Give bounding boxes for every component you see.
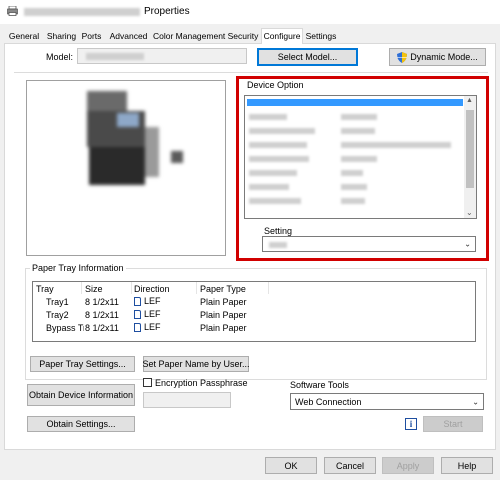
info-icon[interactable]: i xyxy=(405,418,417,430)
software-tools-selected: Web Connection xyxy=(295,396,362,407)
col-header-tray: Tray xyxy=(36,284,54,294)
chevron-down-icon: ⌄ xyxy=(464,239,471,249)
obtain-settings-button[interactable]: Obtain Settings... xyxy=(27,416,135,432)
col-header-size: Size xyxy=(85,284,103,294)
model-label: Model: xyxy=(46,52,74,62)
col-header-direction: Direction xyxy=(134,284,170,294)
encryption-label: Encryption Passphrase xyxy=(155,378,248,388)
tab-general[interactable]: General xyxy=(7,30,41,43)
apply-button[interactable]: Apply xyxy=(382,457,434,474)
tab-settings[interactable]: Settings xyxy=(304,30,338,43)
tab-color-management[interactable]: Color Management xyxy=(153,30,225,43)
help-button[interactable]: Help xyxy=(441,457,493,474)
setting-dropdown[interactable]: ⌄ xyxy=(262,236,476,252)
table-row: Bypass Tra 8 1/2x11 LEF Plain Paper xyxy=(46,322,247,333)
setting-value-redacted xyxy=(269,242,287,248)
tab-security[interactable]: Security xyxy=(226,30,260,43)
col-header-paper-type: Paper Type xyxy=(200,284,246,294)
cancel-button[interactable]: Cancel xyxy=(324,457,376,474)
tab-configure[interactable]: Configure xyxy=(261,28,303,44)
scroll-up-arrow-icon[interactable]: ▲ xyxy=(466,97,473,104)
paper-orientation-icon xyxy=(134,310,141,320)
table-row: Tray2 8 1/2x11 LEF Plain Paper xyxy=(46,309,247,320)
paper-orientation-icon xyxy=(134,323,141,333)
start-button[interactable]: Start xyxy=(423,416,483,432)
shield-icon xyxy=(397,51,408,63)
encryption-passphrase-field[interactable] xyxy=(143,392,231,408)
scroll-thumb[interactable] xyxy=(466,110,474,188)
paper-tray-table: Tray Size Direction Paper Type Tray1 8 1… xyxy=(32,281,476,342)
chevron-down-icon: ⌄ xyxy=(472,397,479,406)
model-field xyxy=(77,48,247,64)
table-row: Tray1 8 1/2x11 LEF Plain Paper xyxy=(46,296,247,307)
select-model-button[interactable]: Select Model... xyxy=(257,48,358,66)
window-title: Properties xyxy=(144,6,190,17)
scroll-down-chevron-icon[interactable]: ⌄ xyxy=(466,208,473,217)
paper-tray-settings-button[interactable]: Paper Tray Settings... xyxy=(30,356,135,372)
dynamic-mode-label: Dynamic Mode... xyxy=(410,52,478,62)
encryption-checkbox[interactable] xyxy=(143,378,152,387)
obtain-device-information-button[interactable]: Obtain Device Information xyxy=(27,384,135,406)
tab-ports[interactable]: Ports xyxy=(80,30,103,43)
set-paper-name-button[interactable]: Set Paper Name by User... xyxy=(142,356,250,372)
software-tools-label: Software Tools xyxy=(290,380,349,390)
tab-sharing[interactable]: Sharing xyxy=(44,30,79,43)
device-option-title: Device Option xyxy=(247,80,304,90)
list-scrollbar[interactable]: ▲ ⌄ xyxy=(464,96,476,218)
printer-name-redacted xyxy=(24,8,140,16)
printer-icon xyxy=(7,5,18,16)
printer-preview xyxy=(26,80,226,256)
model-divider xyxy=(14,72,488,73)
device-option-selected-row[interactable] xyxy=(247,99,463,106)
model-value-redacted xyxy=(86,53,144,60)
printer-image xyxy=(87,91,187,197)
device-option-list[interactable]: ▲ ⌄ xyxy=(244,95,477,219)
ok-button[interactable]: OK xyxy=(265,457,317,474)
paper-tray-title: Paper Tray Information xyxy=(30,263,126,273)
dynamic-mode-button[interactable]: Dynamic Mode... xyxy=(389,48,486,66)
tab-advanced[interactable]: Advanced xyxy=(108,30,149,43)
paper-orientation-icon xyxy=(134,297,141,307)
setting-label: Setting xyxy=(264,226,293,236)
software-tools-dropdown[interactable]: Web Connection ⌄ xyxy=(290,393,484,410)
title-bar: Properties xyxy=(0,0,500,24)
